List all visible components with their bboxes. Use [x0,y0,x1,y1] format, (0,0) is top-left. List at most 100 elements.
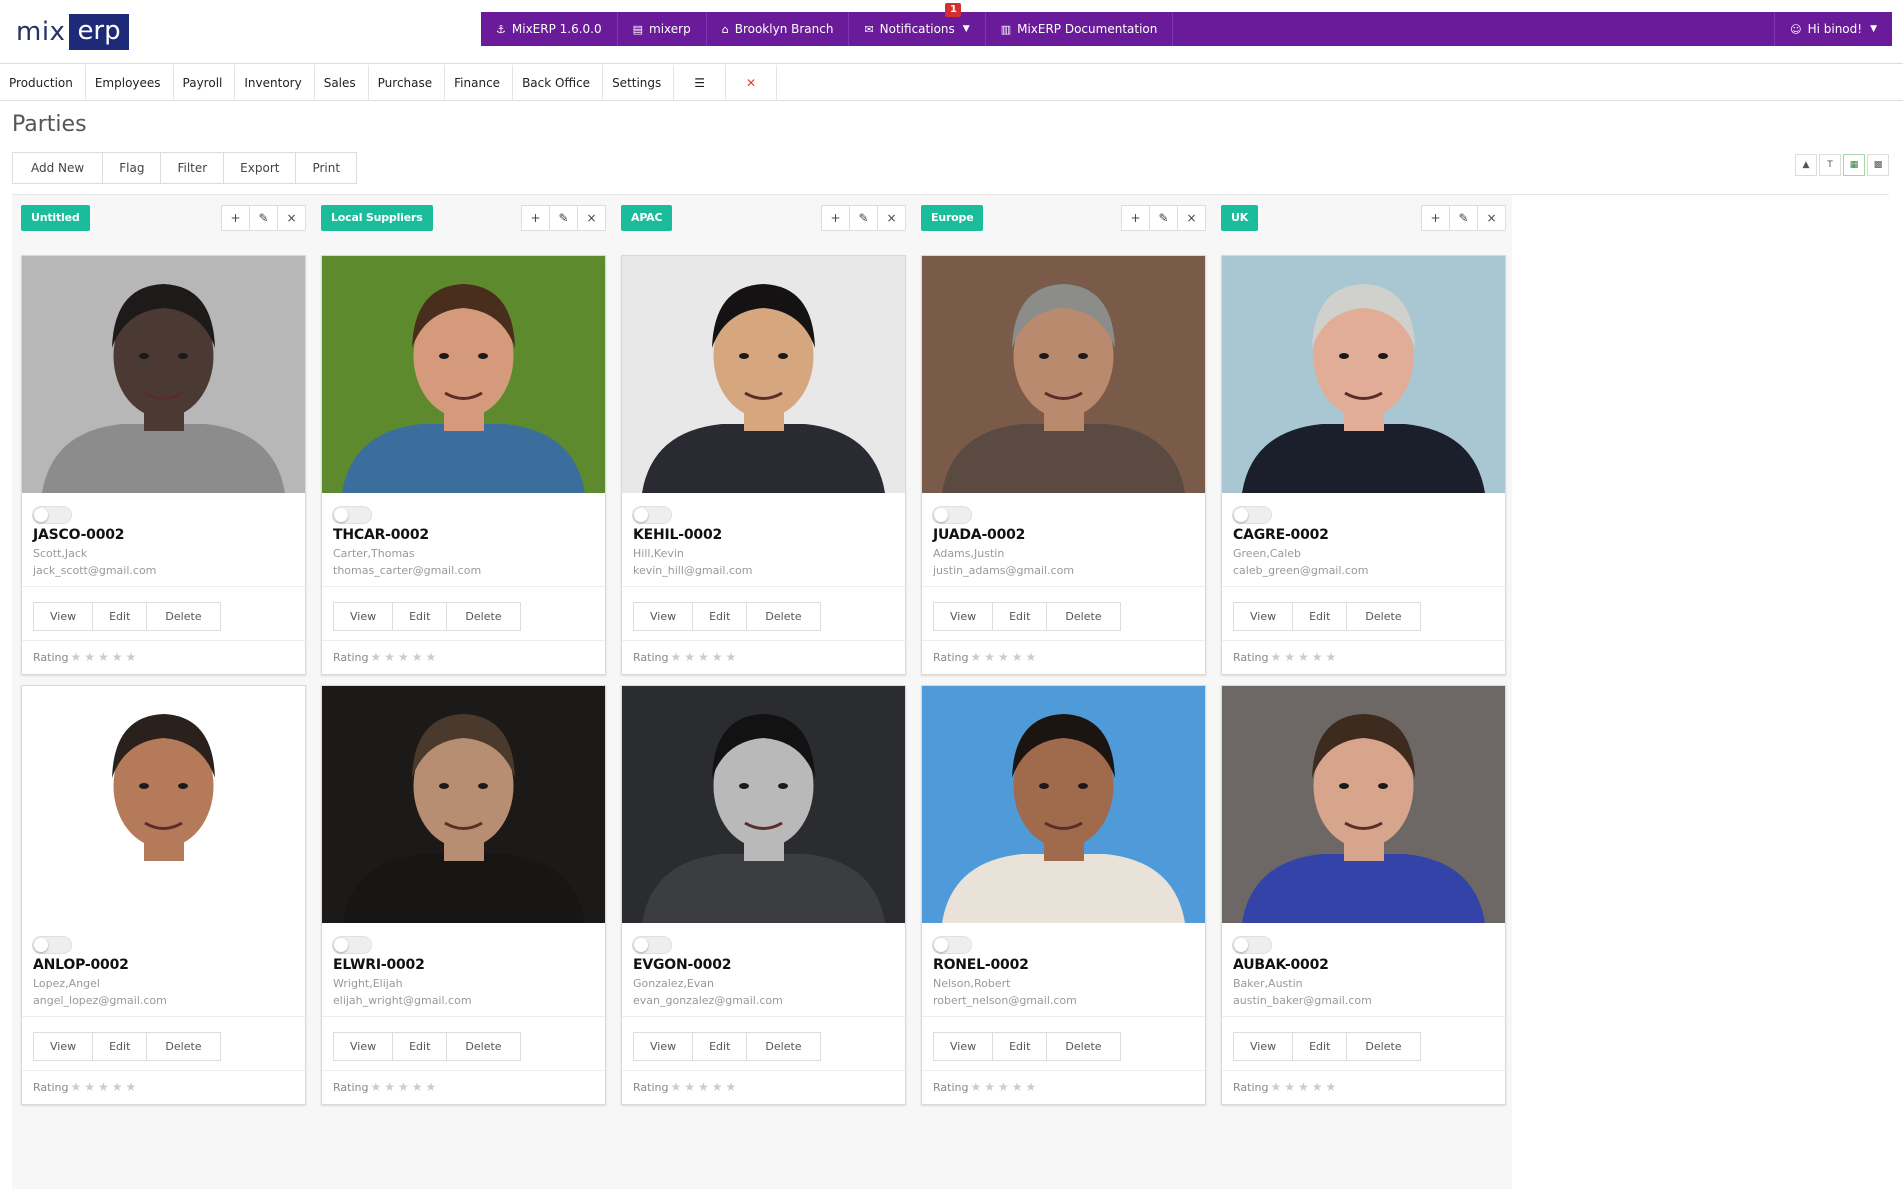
edit-icon[interactable]: ✎ [549,205,578,231]
party-photo[interactable] [22,256,305,493]
party-photo[interactable] [622,256,905,493]
notifications-menu[interactable]: ✉ Notifications ▼ 1 [849,3,986,46]
flag-toggle[interactable] [632,936,672,954]
column-tag[interactable]: Local Suppliers [321,205,433,231]
export-button[interactable]: Export [224,153,297,183]
documentation-link[interactable]: ▥ MixERP Documentation [986,12,1174,46]
upload-icon[interactable]: ▲ [1795,154,1817,176]
delete-button[interactable]: Delete [747,1033,819,1060]
flag-toggle[interactable] [32,506,72,524]
add-icon[interactable]: + [821,205,850,231]
party-photo[interactable] [22,686,305,923]
party-code[interactable]: AUBAK-0002 [1233,957,1329,973]
nav-purchase[interactable]: Purchase [369,65,446,101]
column-tag[interactable]: Untitled [21,205,90,231]
view-button[interactable]: View [34,1033,94,1060]
logo[interactable]: mix erp [16,14,129,50]
rating-stars[interactable]: ★★★★★ [1270,1080,1339,1094]
flag-button[interactable]: Flag [103,153,162,183]
party-code[interactable]: JUADA-0002 [933,527,1025,543]
nav-production[interactable]: Production [0,65,86,101]
party-code[interactable]: EVGON-0002 [633,957,731,973]
edit-button[interactable]: Edit [693,603,748,630]
party-code[interactable]: THCAR-0002 [333,527,429,543]
edit-icon[interactable]: ✎ [249,205,278,231]
party-photo[interactable] [922,256,1205,493]
delete-button[interactable]: Delete [1347,603,1419,630]
edit-button[interactable]: Edit [993,1033,1048,1060]
grid-small-icon[interactable]: ▩ [1867,154,1889,176]
edit-button[interactable]: Edit [93,603,148,630]
rating-stars[interactable]: ★★★★★ [370,1080,439,1094]
rating-stars[interactable]: ★★★★★ [670,1080,739,1094]
flag-toggle[interactable] [632,506,672,524]
remove-icon[interactable]: × [277,205,306,231]
text-size-icon[interactable]: T [1819,154,1841,176]
rating-stars[interactable]: ★★★★★ [70,1080,139,1094]
party-code[interactable]: JASCO-0002 [33,527,125,543]
edit-icon[interactable]: ✎ [1449,205,1478,231]
delete-button[interactable]: Delete [447,603,519,630]
view-button[interactable]: View [334,603,394,630]
user-menu[interactable]: ☺ Hi binod! ▼ [1774,12,1892,46]
add-icon[interactable]: + [521,205,550,231]
view-button[interactable]: View [34,603,94,630]
flag-toggle[interactable] [332,936,372,954]
remove-icon[interactable]: × [1177,205,1206,231]
party-code[interactable]: CAGRE-0002 [1233,527,1329,543]
remove-icon[interactable]: × [1477,205,1506,231]
flag-toggle[interactable] [932,936,972,954]
party-photo[interactable] [1222,686,1505,923]
database-menu[interactable]: ▤ mixerp [618,12,707,46]
edit-icon[interactable]: ✎ [1149,205,1178,231]
rating-stars[interactable]: ★★★★★ [970,1080,1039,1094]
flag-toggle[interactable] [932,506,972,524]
edit-icon[interactable]: ✎ [849,205,878,231]
edit-button[interactable]: Edit [93,1033,148,1060]
remove-icon[interactable]: × [877,205,906,231]
column-tag[interactable]: Europe [921,205,984,231]
rating-stars[interactable]: ★★★★★ [1270,650,1339,664]
edit-button[interactable]: Edit [693,1033,748,1060]
delete-button[interactable]: Delete [1047,603,1119,630]
party-code[interactable]: ANLOP-0002 [33,957,129,973]
rating-stars[interactable]: ★★★★★ [370,650,439,664]
view-button[interactable]: View [634,1033,694,1060]
add-new-button[interactable]: Add New [13,153,104,183]
delete-button[interactable]: Delete [1347,1033,1419,1060]
column-tag[interactable]: APAC [621,205,673,231]
nav-sales[interactable]: Sales [315,65,369,101]
party-code[interactable]: RONEL-0002 [933,957,1029,973]
view-button[interactable]: View [634,603,694,630]
add-icon[interactable]: + [221,205,250,231]
branch-menu[interactable]: ⌂ Brooklyn Branch [707,12,850,46]
edit-button[interactable]: Edit [393,603,448,630]
flag-toggle[interactable] [1232,936,1272,954]
remove-icon[interactable]: × [577,205,606,231]
delete-button[interactable]: Delete [1047,1033,1119,1060]
edit-button[interactable]: Edit [1293,1033,1348,1060]
grid-large-icon[interactable]: ▦ [1843,154,1865,176]
delete-button[interactable]: Delete [147,603,219,630]
view-button[interactable]: View [1234,1033,1294,1060]
nav-inventory[interactable]: Inventory [235,65,315,101]
nav-employees[interactable]: Employees [86,65,174,101]
delete-button[interactable]: Delete [147,1033,219,1060]
add-icon[interactable]: + [1121,205,1150,231]
version-menu[interactable]: ⚓ MixERP 1.6.0.0 [481,12,618,46]
edit-button[interactable]: Edit [993,603,1048,630]
party-photo[interactable] [1222,256,1505,493]
flag-toggle[interactable] [332,506,372,524]
party-photo[interactable] [622,686,905,923]
sliders-icon[interactable]: ☰ [674,65,727,101]
print-button[interactable]: Print [296,153,356,183]
nav-finance[interactable]: Finance [445,65,514,101]
column-tag[interactable]: UK [1221,205,1259,231]
view-button[interactable]: View [334,1033,394,1060]
party-photo[interactable] [322,686,605,923]
party-code[interactable]: ELWRI-0002 [333,957,425,973]
delete-button[interactable]: Delete [747,603,819,630]
rating-stars[interactable]: ★★★★★ [670,650,739,664]
nav-back-office[interactable]: Back Office [513,65,604,101]
rating-stars[interactable]: ★★★★★ [70,650,139,664]
